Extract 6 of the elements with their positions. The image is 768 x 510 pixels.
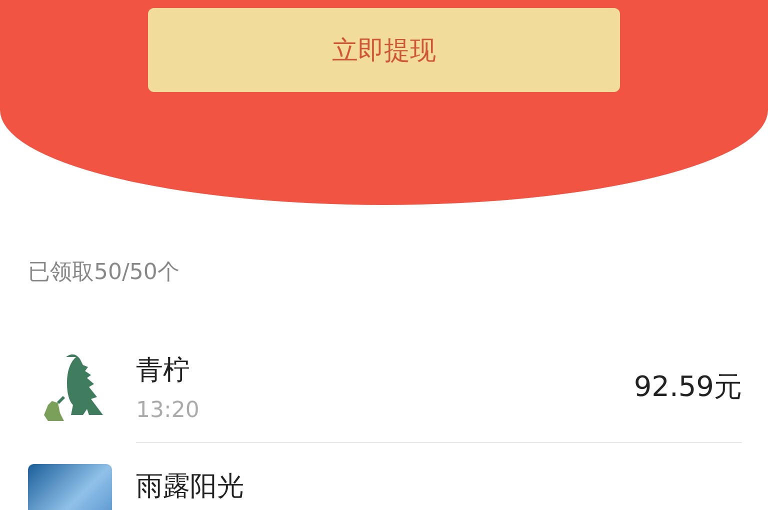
received-count: 已领取50/50个	[28, 259, 180, 287]
amount: 92.59元	[634, 369, 742, 405]
received-time: 13:20	[136, 398, 200, 422]
sender-name: 青柠	[136, 354, 191, 388]
sender-name: 雨露阳光	[136, 470, 245, 504]
withdraw-button[interactable]: 立即提现	[148, 8, 620, 92]
